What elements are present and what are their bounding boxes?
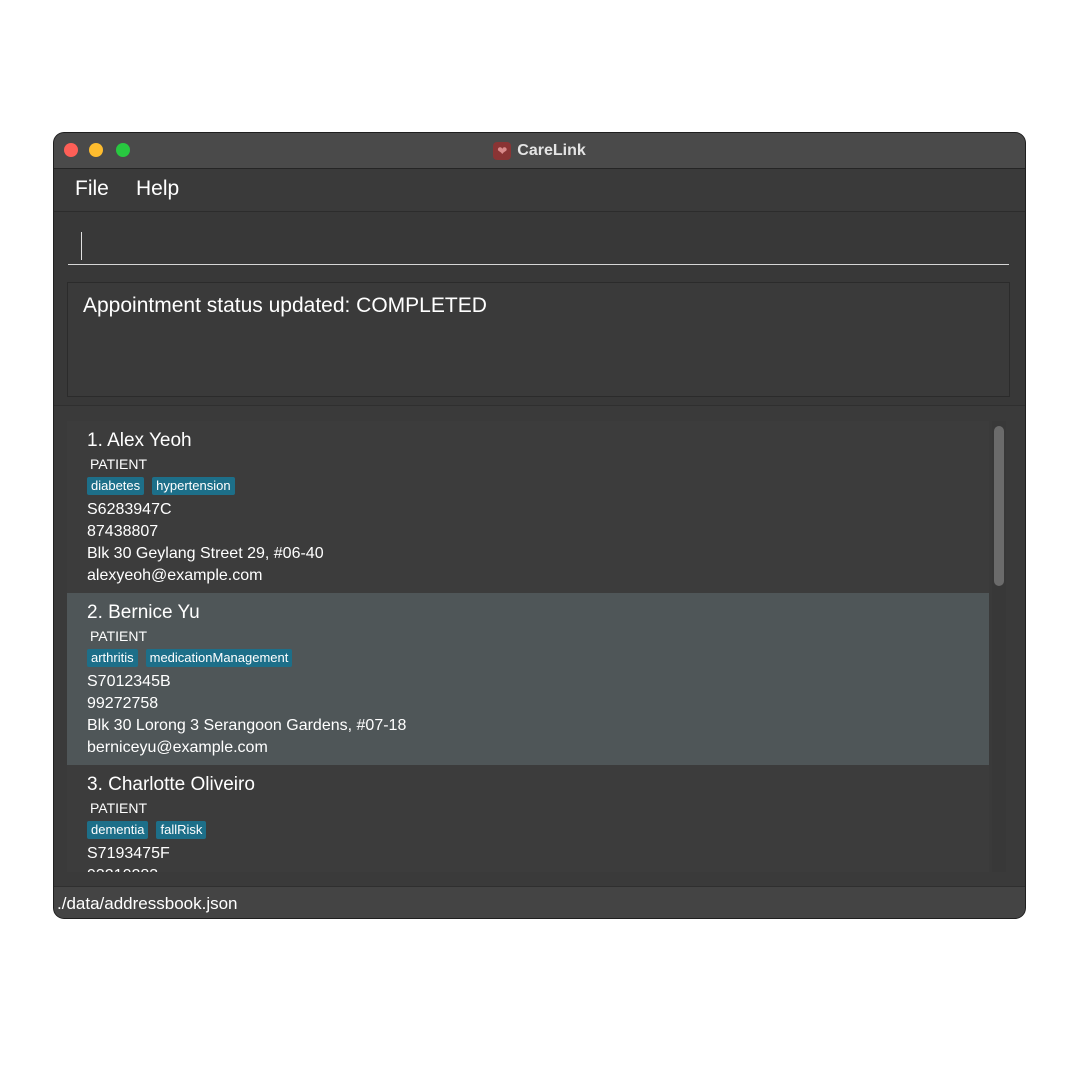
app-window: ❤ CareLink File Help Appointment status … — [54, 133, 1025, 918]
window-title: CareLink — [517, 141, 586, 159]
person-card[interactable]: 3. Charlotte Oliveiro PATIENT dementia f… — [67, 765, 989, 872]
person-list-panel: 1. Alex Yeoh PATIENT diabetes hypertensi… — [54, 405, 1025, 886]
title-bar[interactable]: ❤ CareLink — [54, 133, 1025, 169]
result-display: Appointment status updated: COMPLETED — [67, 282, 1010, 397]
tag: dementia — [87, 821, 149, 839]
tag: medicationManagement — [145, 649, 293, 667]
tag-list: arthritis medicationManagement — [87, 645, 989, 671]
status-bar: ./data/addressbook.json — [54, 886, 1025, 918]
person-nric: S7193475F — [87, 845, 170, 862]
person-role: PATIENT — [90, 456, 148, 472]
person-name: 3. Charlotte Oliveiro — [87, 774, 255, 795]
person-list[interactable]: 1. Alex Yeoh PATIENT diabetes hypertensi… — [67, 421, 989, 872]
list-scrollbar[interactable] — [992, 421, 1006, 872]
person-email: alexyeoh@example.com — [87, 567, 263, 584]
menu-bar: File Help — [54, 169, 1025, 212]
person-phone: 93210283 — [87, 865, 989, 872]
person-address: Blk 30 Geylang Street 29, #06-40 — [87, 545, 324, 562]
tag: diabetes — [87, 477, 145, 495]
person-name: 1. Alex Yeoh — [87, 430, 192, 451]
save-file-path: ./data/addressbook.json — [57, 894, 238, 913]
person-name: 2. Bernice Yu — [87, 602, 200, 623]
result-message: Appointment status updated: COMPLETED — [83, 294, 487, 317]
window-title-group: ❤ CareLink — [54, 133, 1025, 168]
help-menu[interactable]: Help — [136, 177, 179, 201]
tag: fallRisk — [156, 821, 207, 839]
tag-list: dementia fallRisk — [87, 817, 989, 843]
person-address: Blk 30 Lorong 3 Serangoon Gardens, #07-1… — [87, 717, 407, 734]
tag: hypertension — [152, 477, 235, 495]
carelink-app-icon: ❤ — [493, 141, 512, 160]
text-caret — [81, 232, 82, 260]
command-input[interactable] — [68, 224, 1009, 265]
person-card[interactable]: 1. Alex Yeoh PATIENT diabetes hypertensi… — [67, 421, 989, 593]
person-nric: S7012345B — [87, 673, 171, 690]
person-nric: S6283947C — [87, 501, 172, 518]
person-email: berniceyu@example.com — [87, 739, 268, 756]
person-card-selected[interactable]: 2. Bernice Yu PATIENT arthritis medicati… — [67, 593, 989, 765]
person-role: PATIENT — [90, 628, 148, 644]
scrollbar-thumb[interactable] — [994, 426, 1004, 586]
command-area: Appointment status updated: COMPLETED — [54, 212, 1025, 402]
file-menu[interactable]: File — [75, 177, 109, 201]
person-role: PATIENT — [90, 800, 148, 816]
person-phone: 87438807 — [87, 523, 159, 540]
tag-list: diabetes hypertension — [87, 473, 989, 499]
person-phone: 99272758 — [87, 695, 159, 712]
tag: arthritis — [87, 649, 138, 667]
